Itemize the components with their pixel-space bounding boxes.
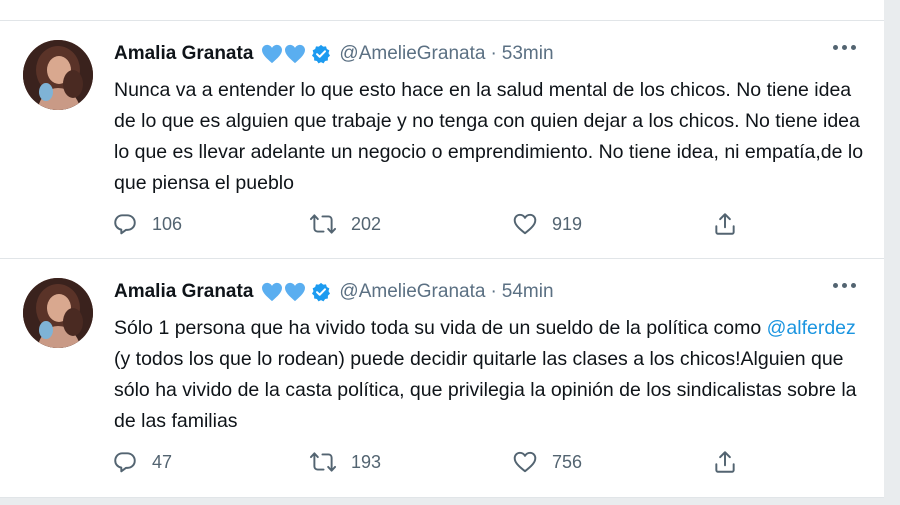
verified-badge-icon: [311, 282, 331, 302]
like-icon: [513, 213, 537, 235]
separator-dot: ·: [490, 281, 497, 302]
tweet-feed: Amalia Granata @AmelieGranata · 53min Nu…: [0, 21, 884, 498]
share-button[interactable]: [712, 207, 738, 241]
reply-count: 47: [152, 451, 173, 472]
like-button[interactable]: 756: [512, 445, 582, 479]
retweet-icon: [309, 214, 337, 234]
tweet-text-part: Sólo 1 persona que ha vivido toda su vid…: [114, 317, 767, 339]
tweet[interactable]: Amalia Granata @AmelieGranata · 53min Nu…: [0, 21, 884, 259]
tweet-actions: 106 202 919: [112, 207, 752, 241]
like-icon: [513, 451, 537, 473]
tweet-header: Amalia Granata @AmelieGranata · 53min: [114, 40, 554, 68]
more-icon[interactable]: [833, 45, 856, 50]
tweet-text: Nunca va a entender lo que esto hace en …: [114, 79, 864, 194]
retweet-icon: [309, 452, 337, 472]
tweet-text: Sólo 1 persona que ha vivido toda su vid…: [114, 313, 864, 437]
share-button[interactable]: [712, 445, 738, 479]
more-icon[interactable]: [833, 283, 856, 288]
retweet-count: 193: [351, 451, 382, 472]
page-gutter: [884, 0, 900, 505]
previous-tweet-edge: [0, 0, 884, 21]
reply-icon: [114, 214, 136, 235]
like-button[interactable]: 919: [512, 207, 582, 241]
verified-badge-icon: [311, 44, 331, 64]
author-handle[interactable]: @AmelieGranata: [339, 43, 485, 65]
share-icon: [715, 213, 735, 235]
reply-icon: [114, 452, 136, 473]
tweet[interactable]: Amalia Granata @AmelieGranata · 54min Só…: [0, 259, 884, 498]
tweet-actions: 47 193 756: [112, 445, 752, 479]
tweet-header: Amalia Granata @AmelieGranata · 54min: [114, 278, 554, 306]
like-count: 756: [552, 451, 583, 472]
author-name[interactable]: Amalia Granata: [114, 43, 253, 65]
author-name[interactable]: Amalia Granata: [114, 281, 253, 303]
reply-button[interactable]: 106: [112, 207, 182, 241]
retweet-button[interactable]: 193: [309, 445, 381, 479]
blue-heart-icon: [261, 44, 307, 64]
avatar[interactable]: [23, 278, 93, 348]
timestamp[interactable]: 54min: [502, 281, 554, 303]
separator-dot: ·: [490, 43, 497, 64]
author-handle[interactable]: @AmelieGranata: [339, 281, 485, 303]
timestamp[interactable]: 53min: [502, 43, 554, 65]
reply-button[interactable]: 47: [112, 445, 172, 479]
mention-link[interactable]: @alferdez: [767, 317, 856, 339]
retweet-button[interactable]: 202: [309, 207, 381, 241]
tweet-text-part: (y todos los que lo rodean) puede decidi…: [114, 348, 857, 432]
avatar[interactable]: [23, 40, 93, 110]
blue-heart-icon: [261, 282, 307, 302]
reply-count: 106: [152, 213, 183, 234]
share-icon: [715, 451, 735, 473]
retweet-count: 202: [351, 213, 382, 234]
like-count: 919: [552, 213, 583, 234]
